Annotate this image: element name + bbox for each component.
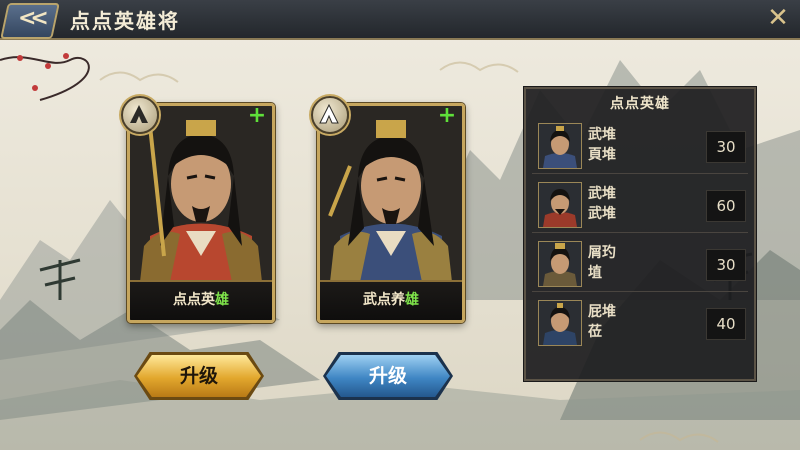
avatar — [538, 241, 582, 287]
top-bar: << 点点英雄将 ✕ — [0, 0, 800, 40]
hero-portrait-1 — [130, 106, 272, 282]
hero-portrait-2 — [320, 106, 462, 282]
hero-list-panel: 点点英雄 武堆 頁堆 30 武堆 武堆 60 屑玓埴 30 屁堆莅 40 — [524, 87, 756, 381]
list-item[interactable]: 屑玓埴 30 — [532, 237, 748, 292]
back-arrow-icon: << — [17, 6, 43, 31]
row-value: 40 — [706, 308, 746, 340]
hero-name-highlight-2: 雄 — [405, 292, 419, 308]
row-name: 武堆 頁堆 — [588, 127, 616, 163]
row-name: 武堆 武堆 — [588, 186, 616, 222]
row-value: 60 — [706, 190, 746, 222]
close-button[interactable]: ✕ — [764, 4, 792, 32]
avatar — [538, 123, 582, 169]
avatar — [538, 182, 582, 228]
row-name: 屑玓埴 — [588, 245, 616, 281]
hero-name-plate-1: 点点英雄 — [130, 280, 272, 320]
list-item[interactable]: 屁堆莅 40 — [532, 296, 748, 350]
add-plus-icon[interactable]: + — [437, 105, 457, 127]
row-name: 屁堆莅 — [588, 304, 616, 340]
upgrade-button-2[interactable]: 升级 — [326, 355, 450, 397]
upgrade-button-1[interactable]: 升级 — [137, 355, 261, 397]
add-plus-icon[interactable]: + — [247, 105, 267, 127]
back-button[interactable]: << — [0, 3, 60, 39]
list-item[interactable]: 武堆 頁堆 30 — [532, 119, 748, 174]
page-title: 点点英雄将 — [70, 9, 180, 33]
hero-name-plate-2: 武点养雄 — [320, 280, 462, 320]
hero-name-highlight-1: 雄 — [215, 292, 229, 308]
avatar — [538, 300, 582, 346]
row-value: 30 — [706, 249, 746, 281]
camp-tent-icon — [121, 96, 159, 134]
camp-tent-icon — [311, 96, 349, 134]
hero-card-1[interactable]: 点点英雄 — [127, 103, 275, 323]
panel-title: 点点英雄 — [610, 96, 670, 112]
hero-card-2[interactable]: 武点养雄 — [317, 103, 465, 323]
list-item[interactable]: 武堆 武堆 60 — [532, 178, 748, 233]
hero-name-1: 点点英 — [173, 292, 215, 308]
row-value: 30 — [706, 131, 746, 163]
hero-name-2: 武点养 — [363, 292, 405, 308]
